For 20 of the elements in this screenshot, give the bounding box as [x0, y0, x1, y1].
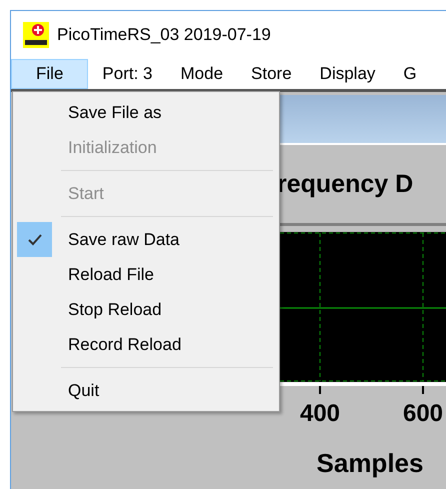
- menu-item[interactable]: Reload File: [68, 264, 154, 284]
- chart-title: requency D: [277, 170, 414, 198]
- menu-bar-item[interactable]: Port: 3: [88, 59, 166, 89]
- axis-tick: [422, 386, 424, 394]
- menu-bar-item[interactable]: G: [389, 59, 431, 89]
- axis-tick-label: 600: [402, 400, 444, 427]
- menu-bar-item[interactable]: Store: [237, 59, 306, 89]
- axis-label: Samples: [316, 448, 424, 478]
- menu-item[interactable]: Quit: [68, 380, 100, 400]
- axis-tick: [319, 386, 321, 394]
- menu-bar-item[interactable]: Display: [306, 59, 390, 89]
- menu-item[interactable]: Stop Reload: [68, 300, 162, 320]
- window-title: PicoTimeRS_03 2019-07-19: [57, 25, 271, 45]
- menu-item[interactable]: Save raw Data: [68, 230, 180, 250]
- menu-bar-item[interactable]: File: [11, 59, 88, 89]
- menu-item[interactable]: Save File as: [68, 102, 162, 122]
- menu-bar-item[interactable]: Mode: [166, 59, 238, 89]
- app-logo-icon: [23, 22, 49, 48]
- axis-tick-label: 400: [300, 400, 340, 427]
- menu-item[interactable]: Record Reload: [68, 334, 182, 354]
